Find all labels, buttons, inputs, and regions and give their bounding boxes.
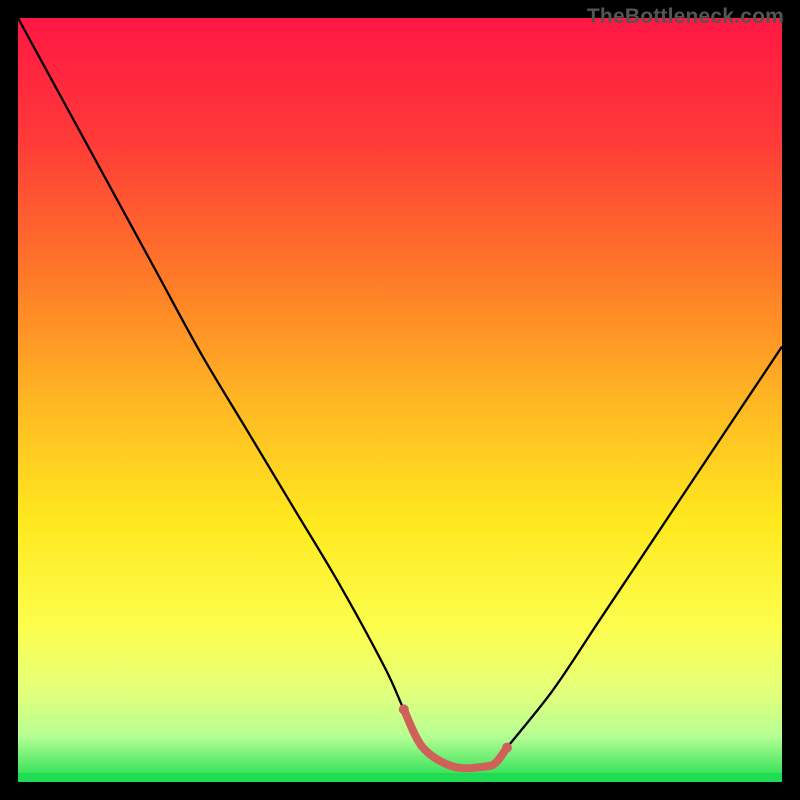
chart-svg [18, 18, 782, 782]
watermark-text: TheBottleneck.com [587, 5, 784, 29]
gradient-background [18, 18, 782, 782]
highlight-endpoint-right [502, 743, 512, 753]
chart-stage: TheBottleneck.com [0, 0, 800, 800]
green-baseline-strip [18, 773, 782, 782]
highlight-endpoint-left [399, 704, 409, 714]
plot-area [18, 18, 782, 782]
